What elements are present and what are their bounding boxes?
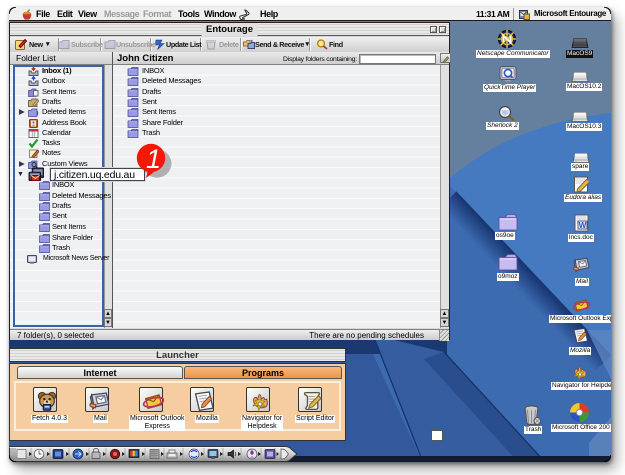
svg-text:1: 1 [146, 144, 161, 174]
